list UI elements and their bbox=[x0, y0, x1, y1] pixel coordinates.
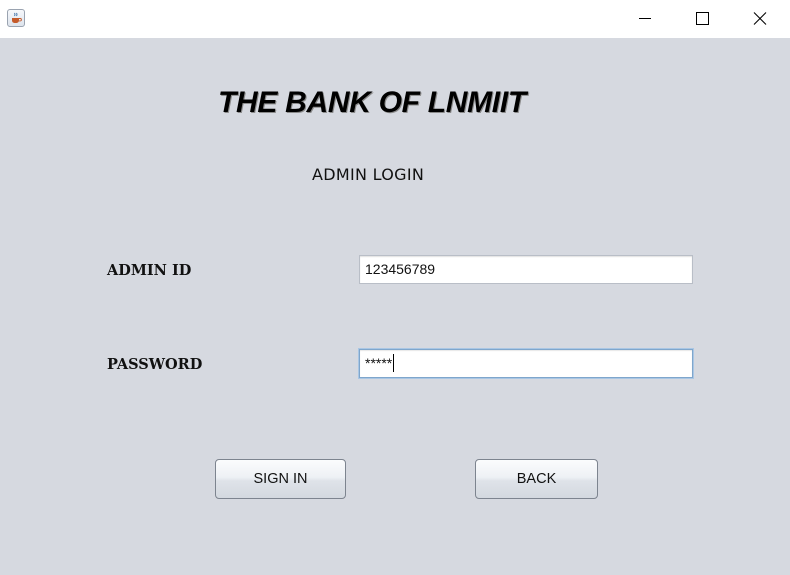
admin-id-label: ADMIN ID bbox=[107, 262, 192, 279]
minimize-button[interactable] bbox=[616, 0, 674, 38]
window-titlebar bbox=[0, 0, 790, 38]
bank-title: THE BANK OF LNMIIT bbox=[218, 86, 526, 119]
admin-id-field[interactable]: 123456789 bbox=[359, 255, 693, 284]
password-field[interactable]: ***** bbox=[359, 349, 693, 378]
maximize-button[interactable] bbox=[673, 0, 731, 38]
sign-in-button[interactable]: SIGN IN bbox=[215, 459, 346, 499]
login-panel: THE BANK OF LNMIIT ADMIN LOGIN ADMIN ID … bbox=[0, 38, 790, 575]
password-label: PASSWORD bbox=[107, 356, 203, 373]
minimize-icon bbox=[639, 18, 651, 19]
java-cup-icon[interactable] bbox=[7, 9, 25, 27]
close-icon bbox=[753, 12, 767, 25]
close-button[interactable] bbox=[731, 0, 789, 38]
password-value: ***** bbox=[365, 355, 393, 371]
back-button[interactable]: BACK bbox=[475, 459, 598, 499]
maximize-icon bbox=[696, 12, 709, 25]
admin-id-value: 123456789 bbox=[365, 261, 436, 277]
admin-login-heading: ADMIN LOGIN bbox=[312, 165, 425, 184]
text-caret bbox=[393, 354, 395, 373]
